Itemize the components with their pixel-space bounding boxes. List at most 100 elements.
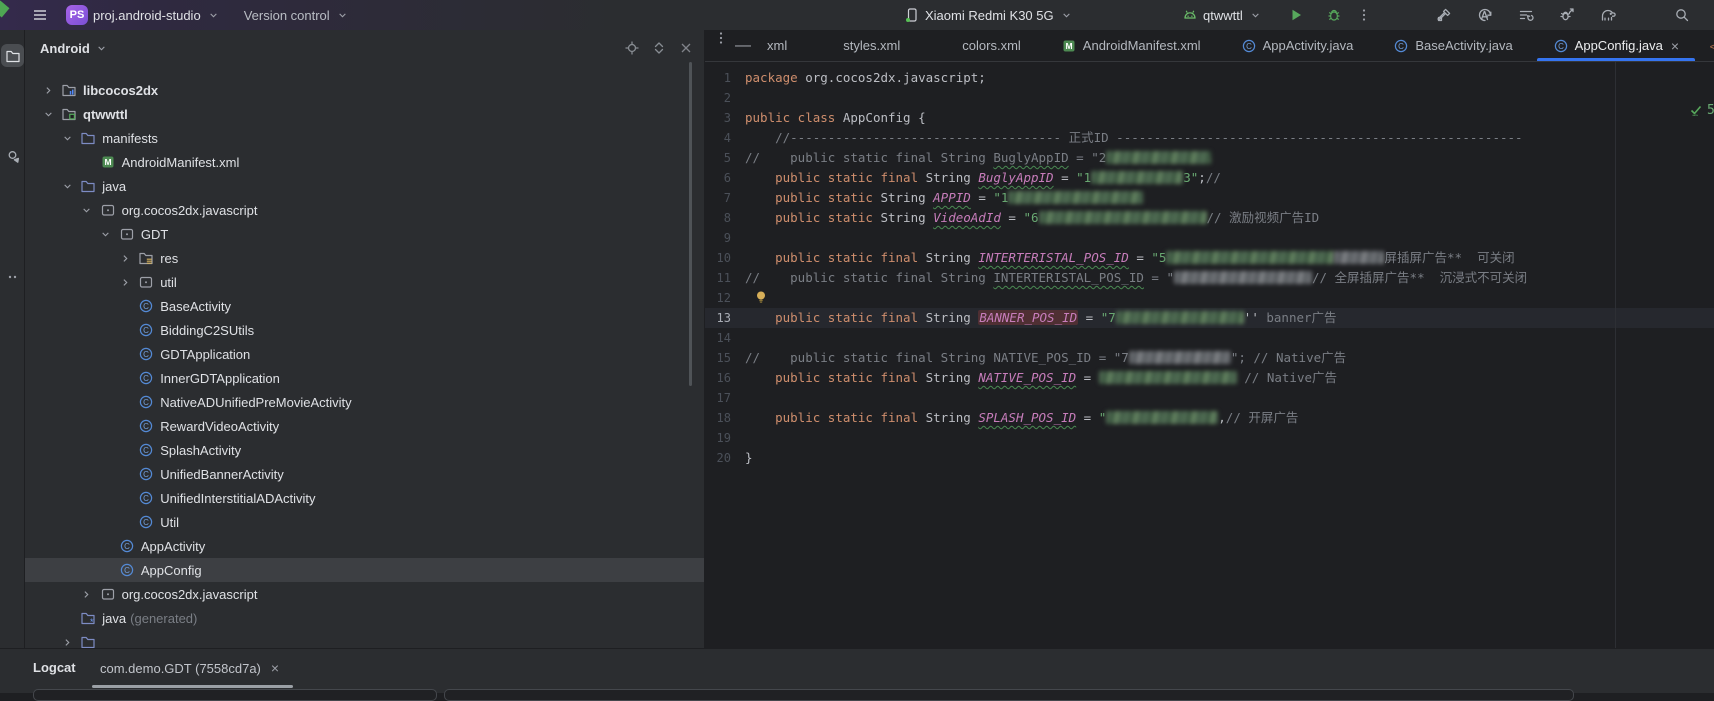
tree-item-androidmanifest-xml[interactable]: MAndroidManifest.xml xyxy=(25,150,704,174)
tab-label: xml xyxy=(767,38,787,53)
code-line-5: 5// public static final String BuglyAppI… xyxy=(705,148,1714,168)
project-widget[interactable]: PS proj.android-studio xyxy=(62,0,226,30)
tree-item-libcocos2dx[interactable]: libcocos2dx xyxy=(25,78,704,102)
android-icon xyxy=(1182,7,1198,23)
tab-label: colors.xml xyxy=(962,38,1021,53)
inspections-widget[interactable]: 5 xyxy=(1688,102,1714,118)
build-variants-icon xyxy=(1518,7,1534,23)
code-editor[interactable]: 1package org.cocos2dx.javascript;23publi… xyxy=(705,62,1714,648)
profiler-button[interactable] xyxy=(1555,0,1579,30)
find-action-button[interactable] xyxy=(1473,0,1497,30)
chevron-down-icon[interactable] xyxy=(59,178,75,194)
tree-item-java[interactable]: java xyxy=(25,174,704,198)
tree-item-manifests[interactable]: manifests xyxy=(25,126,704,150)
class-icon: C xyxy=(119,562,135,578)
folder-gen-icon: * xyxy=(80,610,96,626)
project-scrollbar[interactable] xyxy=(689,62,692,386)
tab-appconfig-java[interactable]: CAppConfig.java× xyxy=(1533,30,1699,61)
tree-item-org-cocos2dx-javascript[interactable]: org.cocos2dx.javascript xyxy=(25,198,704,222)
tree-item-gdtapplication[interactable]: CGDTApplication xyxy=(25,342,704,366)
svg-text:C: C xyxy=(143,398,149,407)
code-token: //------------------------------------ 正… xyxy=(745,130,1523,145)
panel-hide-icon[interactable]: — xyxy=(735,30,751,61)
tab-baseactivity-java[interactable]: CBaseActivity.java xyxy=(1373,30,1532,61)
tree-item-java[interactable]: *java(generated) xyxy=(25,606,704,630)
svg-text:C: C xyxy=(1398,41,1404,50)
debug-button[interactable] xyxy=(1322,0,1346,30)
chevron-down-icon[interactable] xyxy=(79,202,95,218)
run-configuration-selector[interactable]: qtwwttl xyxy=(1178,0,1268,30)
class-file-icon: C xyxy=(1393,38,1409,54)
tree-item-rewardvideoactivity[interactable]: CRewardVideoActivity xyxy=(25,414,704,438)
gradle-sync-button[interactable] xyxy=(1596,0,1620,30)
locate-button[interactable] xyxy=(624,40,640,56)
code-token: // 开屏广告 xyxy=(1226,410,1299,425)
tab-appactivity-java[interactable]: CAppActivity.java xyxy=(1221,30,1374,61)
code-token: = xyxy=(1076,410,1099,425)
tab-androidmanifest-xml[interactable]: MAndroidManifest.xml xyxy=(1041,30,1221,61)
tree-item-partial[interactable] xyxy=(25,630,704,648)
more-dots-icon xyxy=(5,269,21,285)
chevron-down-icon[interactable] xyxy=(59,130,75,146)
tree-item-unifiedinterstitialadactivity[interactable]: CUnifiedInterstitialADActivity xyxy=(25,486,704,510)
tree-item-label: UnifiedBannerActivity xyxy=(160,467,284,482)
chevron-down-icon[interactable] xyxy=(40,106,56,122)
logcat-tab[interactable]: com.demo.GDT (7558cd7a) × xyxy=(100,660,279,676)
more-run-options-button[interactable] xyxy=(1352,0,1376,30)
code-line-19: 19 xyxy=(705,428,1714,448)
tab-colors-xml[interactable]: colors.xml xyxy=(920,30,1041,61)
chevron-right-icon[interactable] xyxy=(117,274,133,290)
logcat-filter-field[interactable] xyxy=(444,689,1574,701)
commit-button[interactable] xyxy=(1,145,24,168)
chevron-right-icon[interactable] xyxy=(59,634,75,648)
project-view-selector[interactable]: Android xyxy=(40,40,110,56)
intention-bulb-icon[interactable] xyxy=(753,289,769,305)
project-folder-button[interactable] xyxy=(1,44,24,67)
tree-item-label: res xyxy=(160,251,178,266)
chevron-right-icon[interactable] xyxy=(117,250,133,266)
tree-item-appconfig[interactable]: CAppConfig xyxy=(25,558,704,582)
more-dots-button[interactable] xyxy=(1,265,24,288)
close-button[interactable] xyxy=(678,40,694,56)
collapse-all-button[interactable] xyxy=(651,40,667,56)
chevron-right-icon[interactable] xyxy=(79,586,95,602)
tree-item-nativeadunifiedpremovieactivity[interactable]: CNativeADUnifiedPreMovieActivity xyxy=(25,390,704,414)
code-token: String xyxy=(880,190,933,205)
panel-options-icon[interactable] xyxy=(713,30,729,46)
clipped-next-tab: </> xyxy=(1708,38,1714,54)
main-menu-button[interactable] xyxy=(28,0,52,30)
logcat-device-field[interactable] xyxy=(33,689,437,701)
tree-item-gdt[interactable]: GDT xyxy=(25,222,704,246)
tree-item-label: AppActivity xyxy=(141,539,205,554)
device-selector[interactable]: Xiaomi Redmi K30 5G xyxy=(900,0,1079,30)
close-icon[interactable]: × xyxy=(271,660,279,676)
tree-item-label: util xyxy=(160,275,177,290)
version-control-label: Version control xyxy=(244,8,330,23)
tree-item-splashactivity[interactable]: CSplashActivity xyxy=(25,438,704,462)
chevron-down-icon[interactable] xyxy=(98,226,114,242)
tree-item-appactivity[interactable]: CAppActivity xyxy=(25,534,704,558)
tab-xml[interactable]: xml xyxy=(757,30,801,61)
tree-item-unifiedbanneractivity[interactable]: CUnifiedBannerActivity xyxy=(25,462,704,486)
line-number: 16 xyxy=(705,368,731,388)
chevron-right-icon[interactable] xyxy=(40,82,56,98)
tree-item-util[interactable]: CUtil xyxy=(25,510,704,534)
tree-item-qtwwttl[interactable]: qtwwttl xyxy=(25,102,704,126)
build-button[interactable] xyxy=(1432,0,1456,30)
tree-item-biddingc2sutils[interactable]: CBiddingC2SUtils xyxy=(25,318,704,342)
tree-item-innergdtapplication[interactable]: CInnerGDTApplication xyxy=(25,366,704,390)
search-button[interactable] xyxy=(1670,0,1694,30)
tree-item-org-cocos2dx-javascript[interactable]: org.cocos2dx.javascript xyxy=(25,582,704,606)
code-line-content: public static final String BANNER_POS_ID… xyxy=(745,308,1714,328)
tab-styles-xml[interactable]: styles.xml xyxy=(801,30,920,61)
logcat-title[interactable]: Logcat xyxy=(33,660,76,675)
tree-item-util[interactable]: util xyxy=(25,270,704,294)
close-icon[interactable]: × xyxy=(1671,38,1679,54)
redacted-value xyxy=(1106,411,1218,424)
run-button[interactable] xyxy=(1284,0,1308,30)
build-variants-button[interactable] xyxy=(1514,0,1538,30)
version-control-button[interactable]: Version control xyxy=(240,0,355,30)
tree-item-res[interactable]: res xyxy=(25,246,704,270)
logcat-panel: Logcat com.demo.GDT (7558cd7a) × xyxy=(0,648,1714,693)
tree-item-baseactivity[interactable]: CBaseActivity xyxy=(25,294,704,318)
